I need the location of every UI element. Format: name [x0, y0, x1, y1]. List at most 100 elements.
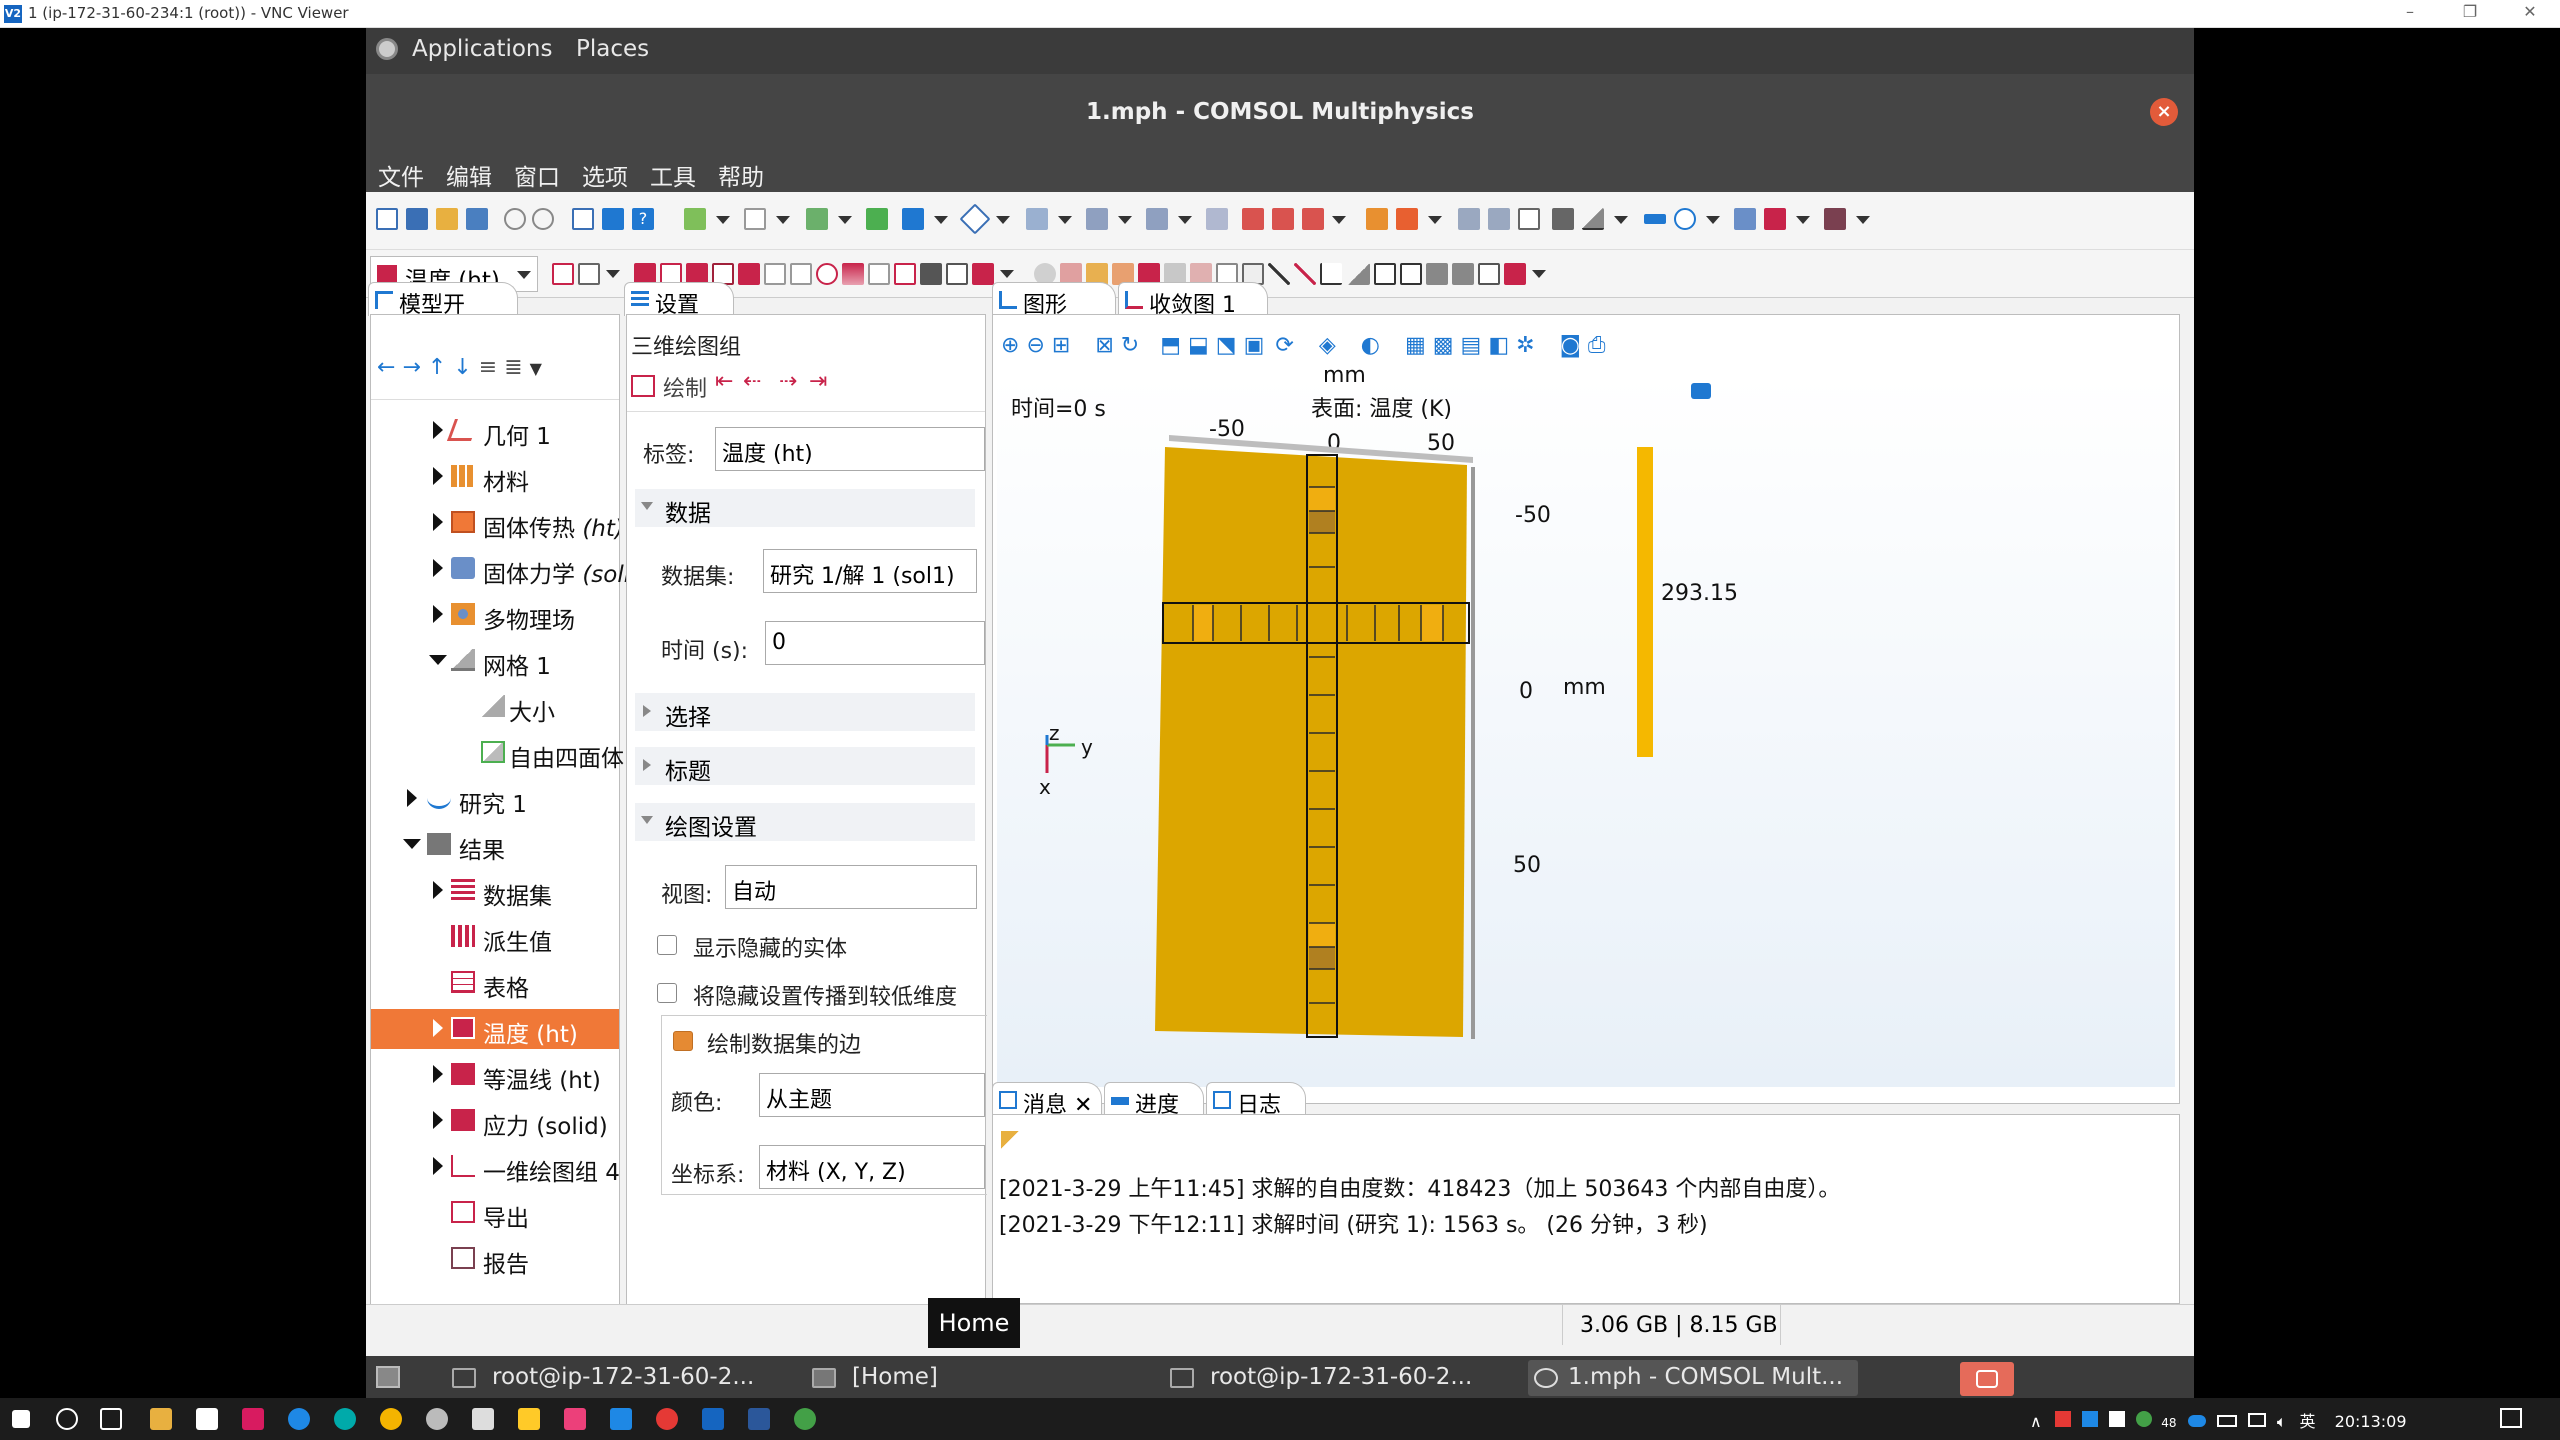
color-select[interactable]: 从主题	[759, 1073, 985, 1117]
chevron-down-icon[interactable]	[1118, 216, 1132, 224]
isosurface-icon[interactable]	[738, 263, 760, 285]
down-arrow-icon[interactable]: ↓	[453, 355, 471, 380]
network-icon[interactable]	[2247, 1413, 2266, 1427]
applications-menu[interactable]: Applications	[412, 36, 553, 62]
report-icon[interactable]	[1824, 208, 1846, 230]
reset-view-icon[interactable]: ✲	[1516, 333, 1534, 358]
expand-arrow-icon[interactable]	[433, 513, 443, 531]
tab-model-builder[interactable]: 模型开	[368, 282, 518, 318]
zoom-extents-icon[interactable]: ⊠	[1095, 333, 1113, 358]
contour-icon[interactable]	[816, 263, 838, 285]
study-steps-icon[interactable]	[1734, 208, 1756, 230]
parameters-icon[interactable]	[744, 208, 766, 230]
battery-icon[interactable]	[2216, 1415, 2237, 1427]
section-title[interactable]: 标题	[635, 747, 975, 785]
probe-domain-icon[interactable]	[1400, 263, 1422, 285]
parameter-icon[interactable]	[1026, 208, 1048, 230]
task-home[interactable]: [Home]	[812, 1360, 1112, 1396]
collapse-arrow-icon[interactable]	[429, 655, 447, 665]
line-icon[interactable]	[868, 263, 890, 285]
plot-edges-checkbox[interactable]	[673, 1031, 693, 1051]
restore-button[interactable]: ❐	[2450, 2, 2490, 21]
word-icon[interactable]	[748, 1408, 770, 1430]
action-center-icon[interactable]	[2500, 1408, 2522, 1428]
app-icon[interactable]	[242, 1408, 264, 1430]
chevron-down-icon[interactable]	[606, 270, 620, 278]
help-icon[interactable]: ?	[632, 208, 654, 230]
file-explorer-icon[interactable]	[150, 1408, 172, 1430]
chevron-up-icon[interactable]: ∧	[2030, 1412, 2042, 1431]
parameter-case-icon[interactable]	[1206, 208, 1228, 230]
tray-icon[interactable]	[2054, 1411, 2071, 1427]
application-builder-icon[interactable]	[602, 208, 624, 230]
xy-view-icon[interactable]: ⬒	[1160, 333, 1181, 358]
chevron-down-icon[interactable]	[1796, 216, 1810, 224]
save-icon[interactable]	[466, 208, 488, 230]
mesh-plot-icon[interactable]	[894, 263, 916, 285]
tree-item-heat-transfer[interactable]: 固体传热 (ht)	[371, 503, 619, 543]
arrow-volume-icon[interactable]	[764, 263, 786, 285]
transparency-icon[interactable]: ◐	[1361, 333, 1380, 358]
dataset-select[interactable]: 研究 1/解 1 (sol1)	[763, 549, 977, 593]
chevron-down-icon[interactable]	[1428, 216, 1442, 224]
run-icon[interactable]	[866, 208, 888, 230]
tree-item-datasets[interactable]: 数据集	[371, 871, 619, 911]
show-desktop-icon[interactable]	[376, 1366, 400, 1388]
chevron-down-icon[interactable]	[934, 216, 948, 224]
section-selection[interactable]: 选择	[635, 693, 975, 731]
component-icon[interactable]	[684, 208, 706, 230]
menu-tools[interactable]: 工具	[650, 158, 696, 192]
chevron-down-icon[interactable]	[1000, 270, 1014, 278]
table-surface-icon[interactable]	[946, 263, 968, 285]
app-icon[interactable]	[472, 1408, 494, 1430]
print-icon[interactable]: ⎙	[1588, 333, 1606, 358]
probe-point-icon[interactable]	[1348, 263, 1370, 285]
collapse-arrow-icon[interactable]	[403, 839, 421, 849]
forward-arrow-icon[interactable]: →	[402, 355, 420, 380]
chevron-down-icon[interactable]	[838, 216, 852, 224]
wechat-icon[interactable]	[794, 1408, 816, 1430]
zoom-out-icon[interactable]: ⊖	[1026, 333, 1044, 358]
block-icon[interactable]	[1242, 208, 1264, 230]
functions-icon[interactable]	[1146, 208, 1168, 230]
export-data-icon[interactable]	[1452, 263, 1474, 285]
wechat-tray-icon[interactable]	[2136, 1411, 2153, 1427]
tab-convergence[interactable]: 收敛图 1	[1118, 282, 1268, 318]
snapshot-icon[interactable]: ◙	[1560, 333, 1581, 358]
view-select[interactable]: 自动	[725, 865, 977, 909]
chevron-down-icon[interactable]	[1614, 216, 1628, 224]
last-frame-icon[interactable]: ⇥	[809, 369, 827, 394]
image-export-icon[interactable]	[1478, 263, 1500, 285]
chevron-down-icon[interactable]	[1058, 216, 1072, 224]
cut-plane-icon[interactable]	[1320, 263, 1342, 285]
add-plot-group-icon[interactable]	[1764, 208, 1786, 230]
task-terminal-2[interactable]: root@ip-172-31-60-2...	[1170, 1360, 1500, 1396]
camera-view-icon[interactable]: ▣	[1244, 333, 1265, 358]
tray-icon[interactable]	[2081, 1411, 2098, 1427]
app-icon[interactable]	[288, 1408, 310, 1430]
app-icon[interactable]	[564, 1408, 586, 1430]
transform-icon[interactable]	[1302, 208, 1324, 230]
chrome-icon[interactable]	[380, 1408, 402, 1430]
tree-item-mesh[interactable]: 网格 1	[371, 641, 619, 681]
probe-graph-icon[interactable]	[1426, 263, 1448, 285]
expand-arrow-icon[interactable]	[433, 421, 443, 439]
tree-item-tables[interactable]: 表格	[371, 963, 619, 1003]
definitions-icon[interactable]	[806, 208, 828, 230]
section-data[interactable]: 数据	[635, 489, 975, 527]
materials-icon[interactable]	[1366, 208, 1388, 230]
show-hidden-checkbox[interactable]	[657, 935, 677, 955]
tree-item-export[interactable]: 导出	[371, 1193, 619, 1233]
domain-icon[interactable]	[1518, 208, 1540, 230]
chevron-down-icon[interactable]	[1532, 270, 1546, 278]
tab-graphics[interactable]: 图形	[992, 282, 1116, 318]
app-icon[interactable]	[426, 1408, 448, 1430]
rotate-icon[interactable]: ⟳	[1275, 333, 1293, 358]
add-material-icon[interactable]	[1396, 208, 1418, 230]
study-icon[interactable]	[1674, 208, 1696, 230]
menu-help[interactable]: 帮助	[718, 158, 764, 192]
coord-select[interactable]: 材料 (X, Y, Z)	[759, 1145, 985, 1189]
zoom-in-icon[interactable]: ⊕	[1001, 333, 1019, 358]
expand-arrow-icon[interactable]	[433, 1065, 443, 1083]
menu-window[interactable]: 窗口	[514, 158, 560, 192]
